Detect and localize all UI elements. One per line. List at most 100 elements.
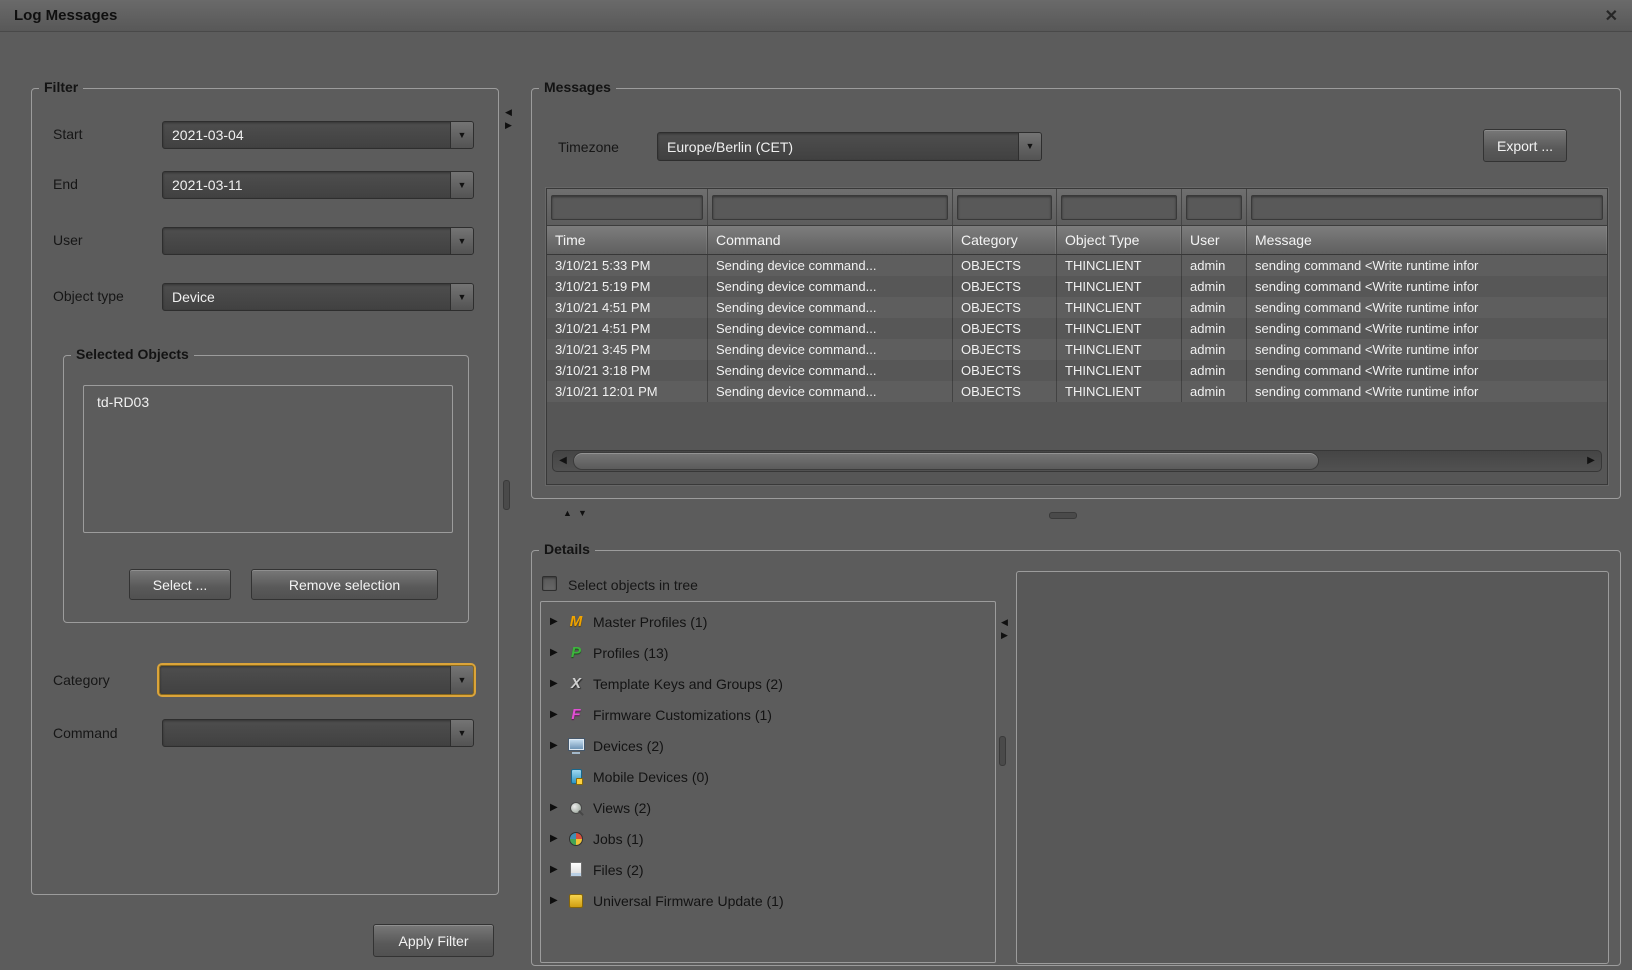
firmware-customizations-icon: F [566,706,586,724]
expand-arrow-icon[interactable]: ▶ [550,740,566,751]
category-combo-value [160,666,450,694]
category-label: Category [53,672,110,688]
table-cell: 3/10/21 3:18 PM [547,360,708,381]
table-cell: THINCLIENT [1057,381,1182,402]
details-text-area[interactable] [1016,571,1609,964]
column-filter-input[interactable] [1061,195,1177,220]
table-row[interactable]: 3/10/21 3:18 PMSending device command...… [547,360,1607,381]
expand-arrow-icon[interactable]: ▶ [550,647,566,658]
selected-objects-panel: Selected Objects td-RD03 Select ... Remo… [63,355,469,623]
table-cell: admin [1182,255,1247,276]
horizontal-splitter-grip[interactable] [1049,512,1077,519]
column-filter-input[interactable] [1251,195,1603,220]
template-keys-icon: X [566,675,586,693]
user-combo[interactable]: ▼ [162,227,474,255]
column-filter-input[interactable] [551,195,703,220]
horizontal-scrollbar[interactable]: ◀ ▶ [552,450,1602,472]
select-objects-in-tree-checkbox[interactable] [542,576,557,591]
expand-arrow-icon[interactable]: ▶ [550,802,566,813]
tree-item-master-profiles[interactable]: ▶MMaster Profiles (1) [541,606,995,637]
selected-objects-list[interactable]: td-RD03 [83,385,453,533]
table-cell: OBJECTS [953,255,1057,276]
table-cell: sending command <Write runtime infor [1247,276,1607,297]
start-date-input[interactable]: 2021-03-04 ▼ [162,121,474,149]
table-cell: admin [1182,276,1247,297]
column-filter-input[interactable] [712,195,948,220]
splitter-expand-down-icon[interactable]: ▼ [578,509,587,518]
table-cell: sending command <Write runtime infor [1247,360,1607,381]
tree-item-template-keys[interactable]: ▶XTemplate Keys and Groups (2) [541,668,995,699]
splitter-collapse-up-icon[interactable]: ▲ [563,509,572,518]
table-cell: sending command <Write runtime infor [1247,381,1607,402]
table-row[interactable]: 3/10/21 5:19 PMSending device command...… [547,276,1607,297]
column-filter-input[interactable] [957,195,1052,220]
user-label: User [53,232,83,248]
table-row[interactable]: 3/10/21 4:51 PMSending device command...… [547,297,1607,318]
tree-item-views[interactable]: ▶Views (2) [541,792,995,823]
table-row[interactable]: 3/10/21 4:51 PMSending device command...… [547,318,1607,339]
table-row[interactable]: 3/10/21 5:33 PMSending device command...… [547,255,1607,276]
category-dropdown-button[interactable]: ▼ [450,666,473,694]
end-date-input[interactable]: 2021-03-11 ▼ [162,171,474,199]
command-combo[interactable]: ▼ [162,719,474,747]
timezone-combo[interactable]: Europe/Berlin (CET) ▼ [657,132,1042,161]
vertical-splitter-grip[interactable] [503,480,510,510]
tree-item-mobile-devices[interactable]: Mobile Devices (0) [541,761,995,792]
category-combo[interactable]: ▼ [159,665,474,695]
splitter-expand-right-icon[interactable]: ▶ [505,121,512,130]
expand-arrow-icon[interactable]: ▶ [550,895,566,906]
scrollbar-thumb[interactable] [573,452,1319,470]
column-header-user[interactable]: User [1182,226,1247,254]
views-icon [566,799,586,817]
expand-arrow-icon[interactable]: ▶ [550,709,566,720]
table-cell: sending command <Write runtime infor [1247,339,1607,360]
export-button[interactable]: Export ... [1483,129,1567,162]
object-type-dropdown-button[interactable]: ▼ [450,284,473,310]
user-dropdown-button[interactable]: ▼ [450,228,473,254]
tree-item-universal-firmware-update[interactable]: ▶Universal Firmware Update (1) [541,885,995,916]
apply-filter-button[interactable]: Apply Filter [373,924,494,957]
column-header-object-type[interactable]: Object Type [1057,226,1182,254]
expand-arrow-icon[interactable]: ▶ [550,833,566,844]
tree-item-files[interactable]: ▶Files (2) [541,854,995,885]
table-cell: THINCLIENT [1057,276,1182,297]
expand-arrow-icon[interactable]: ▶ [550,864,566,875]
table-cell: Sending device command... [708,360,953,381]
timezone-dropdown-button[interactable]: ▼ [1018,133,1041,160]
tree-splitter-expand-right-icon[interactable]: ▶ [1001,631,1008,640]
command-dropdown-button[interactable]: ▼ [450,720,473,746]
scroll-left-button[interactable]: ◀ [553,451,573,471]
expand-arrow-icon[interactable]: ▶ [550,678,566,689]
column-header-command[interactable]: Command [708,226,953,254]
tree-item-jobs[interactable]: ▶Jobs (1) [541,823,995,854]
column-filter-input[interactable] [1186,195,1242,220]
table-cell: OBJECTS [953,297,1057,318]
table-row[interactable]: 3/10/21 3:45 PMSending device command...… [547,339,1607,360]
column-header-time[interactable]: Time [547,226,708,254]
tree-item-firmware-customizations[interactable]: ▶FFirmware Customizations (1) [541,699,995,730]
close-icon[interactable]: ✕ [1605,6,1618,26]
column-header-category[interactable]: Category [953,226,1057,254]
splitter-collapse-left-icon[interactable]: ◀ [505,108,512,117]
remove-selection-button[interactable]: Remove selection [251,569,438,600]
select-objects-button[interactable]: Select ... [129,569,231,600]
column-header-message[interactable]: Message [1247,226,1607,254]
tree-item-devices[interactable]: ▶Devices (2) [541,730,995,761]
chevron-down-icon: ▼ [458,237,467,246]
tree-item-profiles[interactable]: ▶PProfiles (13) [541,637,995,668]
expand-arrow-icon[interactable]: ▶ [550,616,566,627]
object-type-combo[interactable]: Device ▼ [162,283,474,311]
tree-splitter-grip[interactable] [999,736,1006,766]
command-combo-value [163,720,450,746]
tree-splitter-collapse-left-icon[interactable]: ◀ [1001,618,1008,627]
list-item[interactable]: td-RD03 [84,386,452,418]
select-objects-in-tree-label: Select objects in tree [568,577,698,593]
timezone-label: Timezone [558,139,619,155]
titlebar: Log Messages ✕ [0,0,1632,32]
end-dropdown-button[interactable]: ▼ [450,172,473,198]
table-cell: Sending device command... [708,297,953,318]
scroll-right-button[interactable]: ▶ [1581,451,1601,471]
table-row[interactable]: 3/10/21 12:01 PMSending device command..… [547,381,1607,402]
column-filter-cell [708,189,953,225]
start-dropdown-button[interactable]: ▼ [450,122,473,148]
